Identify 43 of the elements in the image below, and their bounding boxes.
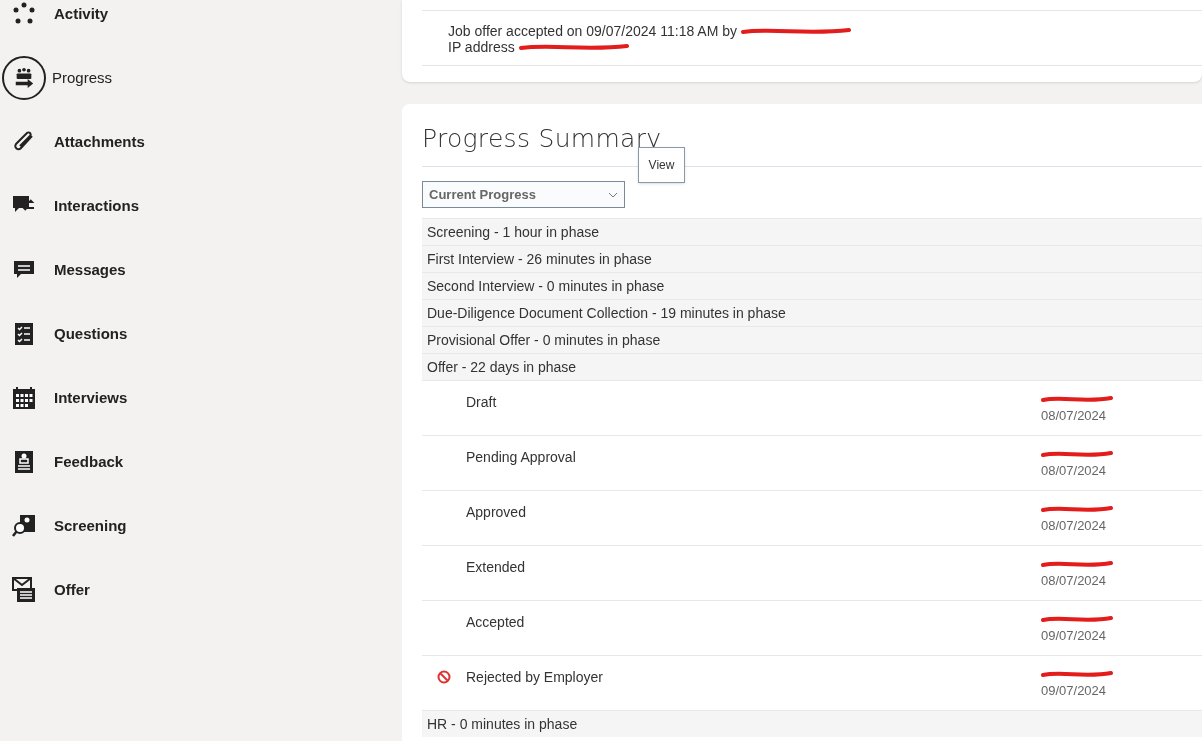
date-text: 08/07/2024 — [1041, 462, 1108, 480]
status-text: Pending Approval — [466, 448, 577, 467]
phase-row: Provisional Offer - 0 minutes in phase — [422, 326, 1202, 353]
activity-icon — [12, 2, 36, 26]
date-text: 08/07/2024 — [1041, 572, 1108, 590]
sidebar-item[interactable]: Feedback — [54, 450, 124, 474]
calendar-icon — [12, 386, 36, 410]
sidebar-item[interactable]: Offer — [54, 578, 90, 602]
search-person-icon — [12, 514, 36, 538]
phase-row: Offer - 22 days in phase — [422, 353, 1202, 380]
status-text: Extended — [466, 558, 527, 577]
date-text: 09/07/2024 — [1041, 627, 1108, 645]
team-arrow-icon — [13, 67, 35, 89]
prohibited-icon — [437, 670, 451, 684]
date-text: 08/07/2024 — [1041, 407, 1108, 425]
date-text: 09/07/2024 — [1041, 682, 1108, 700]
phase-row: Due-Diligence Document Collection - 19 minutes in phase — [422, 299, 1202, 326]
sidebar-item[interactable]: Progress — [52, 66, 113, 90]
sidebar-item[interactable]: Messages — [54, 258, 126, 282]
date-text: 08/07/2024 — [1041, 517, 1108, 535]
phase-row: HR - 0 minutes in phase — [422, 710, 1202, 737]
tooltip: View — [638, 147, 685, 183]
status-text: Draft — [466, 393, 498, 412]
sidebar-item[interactable]: Interactions — [54, 194, 140, 218]
envelope-list-icon — [12, 577, 36, 603]
checklist-icon — [14, 322, 34, 346]
view-dropdown[interactable]: Current Progress — [422, 181, 625, 208]
status-text: Accepted — [466, 613, 526, 632]
chat-bubble-icon — [13, 260, 35, 280]
id-card-icon — [14, 450, 34, 474]
sidebar-item[interactable]: Questions — [54, 322, 128, 346]
status-text: Approved — [466, 503, 527, 522]
sidebar-item[interactable]: Activity — [54, 2, 109, 26]
phase-row: Screening - 1 hour in phase — [422, 218, 1202, 245]
activity-text: IP address — [448, 39, 515, 55]
activity-text: Job offer accepted on 09/07/2024 11:18 AM by — [448, 23, 738, 39]
status-text: Rejected by Employer — [466, 668, 604, 687]
chevron-down-icon — [608, 191, 618, 198]
phase-row: Second Interview - 0 minutes in phase — [422, 272, 1202, 299]
sidebar-item[interactable]: Attachments — [54, 130, 145, 154]
sidebar-item[interactable]: Interviews — [54, 386, 128, 410]
phase-row: First Interview - 26 minutes in phase — [422, 245, 1202, 272]
sidebar-item[interactable]: Screening — [54, 514, 127, 538]
